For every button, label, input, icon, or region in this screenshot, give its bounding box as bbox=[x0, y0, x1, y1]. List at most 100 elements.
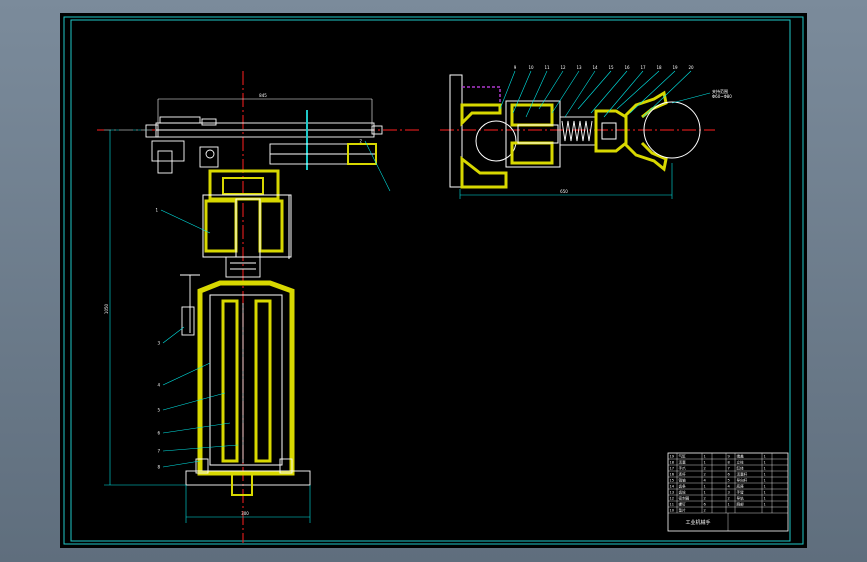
title-block-cell: 1 bbox=[764, 467, 766, 471]
callout-leader bbox=[162, 422, 231, 434]
title-block-cell: 8 bbox=[728, 461, 731, 465]
callout-leader bbox=[162, 460, 201, 468]
title-block-cell: 16 bbox=[670, 473, 675, 477]
callout-leader bbox=[162, 326, 185, 344]
title-block-cell: 缸体 bbox=[737, 466, 745, 471]
title-block-cell: 导轨 bbox=[737, 496, 745, 501]
title-block-cell: 立柱 bbox=[737, 460, 745, 465]
title-block-cell: 活塞杆 bbox=[737, 472, 748, 477]
title-block-cell: 19 bbox=[670, 455, 675, 459]
title-block-cell: 11 bbox=[670, 503, 675, 507]
title-block-cell: 1 bbox=[728, 503, 730, 507]
gripper-assembly-view: 650 夹持范围 Φ60~Φ80 9 10 11 12 13 14 15 16 17 18 19 20 bbox=[440, 65, 732, 199]
callout-label: 16 bbox=[624, 65, 630, 70]
title-block-cell: 7 bbox=[728, 467, 730, 471]
callout-leader bbox=[590, 70, 628, 114]
title-block-cell: 6 bbox=[704, 503, 707, 507]
title-block-cell: 齿条 bbox=[679, 484, 687, 489]
callout-label: 4 bbox=[157, 383, 160, 388]
arm-cylinder bbox=[269, 143, 377, 165]
lift-column bbox=[197, 280, 295, 476]
title-block-cell: 连杆 bbox=[679, 472, 687, 477]
title-block-cell: 端盖 bbox=[737, 454, 745, 459]
title-block-cell: 1 bbox=[764, 479, 766, 483]
side-rod bbox=[180, 274, 200, 336]
callout-label: 20 bbox=[688, 65, 694, 70]
title-block-cell: 1 bbox=[764, 455, 766, 459]
title-block-cell: 4 bbox=[704, 479, 707, 483]
callout-leader bbox=[603, 70, 644, 118]
grip-note-leader bbox=[671, 92, 711, 104]
title-block-cell: 2 bbox=[704, 509, 706, 513]
callout-label: 1 bbox=[155, 208, 158, 213]
title-block-cell: 2 bbox=[704, 467, 706, 471]
title-block-cell: 13 bbox=[670, 491, 675, 495]
title-block-cell: 18 bbox=[670, 461, 675, 465]
callout-label: 7 bbox=[157, 449, 160, 454]
callout-label: 13 bbox=[576, 65, 582, 70]
drawing-title: 工业机械手 bbox=[685, 519, 710, 526]
dim-base bbox=[185, 485, 311, 523]
callout-label: 18 bbox=[656, 65, 662, 70]
dim-top bbox=[157, 98, 373, 125]
title-block-cell: 底座 bbox=[737, 484, 745, 489]
title-block-cell: 手臂 bbox=[737, 490, 745, 495]
title-block-cell: 导向杆 bbox=[737, 478, 748, 483]
callout-label: 11 bbox=[544, 65, 550, 70]
title-block-cell: 1 bbox=[764, 473, 766, 477]
title-block-cell: 17 bbox=[670, 467, 675, 471]
title-block-cell: 3 bbox=[728, 491, 730, 495]
callout-leader bbox=[564, 70, 596, 118]
title-block-cell: 气缸 bbox=[679, 454, 687, 459]
callout-label: 19 bbox=[672, 65, 678, 70]
grip-note-line2: Φ60~Φ80 bbox=[712, 94, 732, 99]
dim-height bbox=[104, 129, 186, 486]
title-block-cell: 活塞 bbox=[679, 460, 687, 465]
title-block-cell: 9 bbox=[728, 455, 731, 459]
callout-label: 12 bbox=[560, 65, 566, 70]
arm-rod bbox=[145, 116, 383, 138]
callout-leader bbox=[499, 70, 516, 110]
title-block-cell: 2 bbox=[704, 473, 706, 477]
dim-gripper-label: 650 bbox=[560, 189, 568, 194]
cad-viewport[interactable]: 8 4 5 1050 300 1 2 3 4 5 6 7 8 650 夹持范围 Φ6… bbox=[60, 13, 807, 548]
title-block-cell: 1 bbox=[704, 455, 706, 459]
callout-label: 15 bbox=[608, 65, 614, 70]
title-block-cell: 手爪 bbox=[679, 466, 687, 471]
title-block-cell: 10 bbox=[670, 509, 675, 513]
title-block-cell: 1 bbox=[764, 485, 766, 489]
callout-label: 6 bbox=[157, 431, 160, 436]
callout-label: 3 bbox=[157, 341, 160, 346]
callout-label: 9 bbox=[514, 65, 517, 70]
title-block-cell: 1 bbox=[704, 461, 706, 465]
mechanical-drawing: 8 4 5 1050 300 12345678 650 夹持范围 Φ60~Φ80 9… bbox=[63, 16, 804, 545]
callout-leader bbox=[364, 140, 391, 192]
title-block-cell: 齿轮 bbox=[679, 490, 687, 495]
callout-leader bbox=[162, 362, 211, 386]
rotary-unit bbox=[202, 194, 292, 259]
left-part-callouts: 1 2 3 4 5 6 7 8 bbox=[155, 139, 391, 470]
title-block-cell: 15 bbox=[670, 479, 675, 483]
callout-leader bbox=[551, 70, 580, 114]
arm-assembly-view: 845 1050 300 12345678 bbox=[97, 71, 422, 543]
title-block-cell: 12 bbox=[670, 497, 675, 501]
callout-leader bbox=[538, 70, 564, 110]
title-block-cell: 1 bbox=[764, 497, 766, 501]
callout-leader bbox=[512, 70, 532, 114]
title-block-cell: 1 bbox=[764, 491, 766, 495]
dim-height-label: 1050 bbox=[104, 303, 109, 314]
callout-leader bbox=[629, 70, 676, 114]
dim-base-label: 300 bbox=[241, 511, 249, 516]
callout-label: 14 bbox=[592, 65, 598, 70]
jaw-carrier bbox=[594, 109, 628, 153]
callout-label: 17 bbox=[640, 65, 646, 70]
title-block-cell: 1 bbox=[704, 491, 706, 495]
title-block: 19 气缸 1 9 端盖 118 活塞 1 8 立柱 117 手爪 2 7 缸体 116 连杆 2 6 活塞杆 115 销… bbox=[667, 452, 789, 532]
title-block-cell: 1 bbox=[764, 461, 766, 465]
title-block-cell: 螺钉 bbox=[679, 502, 687, 507]
dim-top-label: 845 bbox=[259, 93, 267, 98]
title-block-cell: 5 bbox=[728, 479, 730, 483]
title-block-cell: 密封圈 bbox=[679, 496, 690, 501]
callout-leader bbox=[525, 70, 548, 118]
spring-section bbox=[559, 116, 597, 146]
